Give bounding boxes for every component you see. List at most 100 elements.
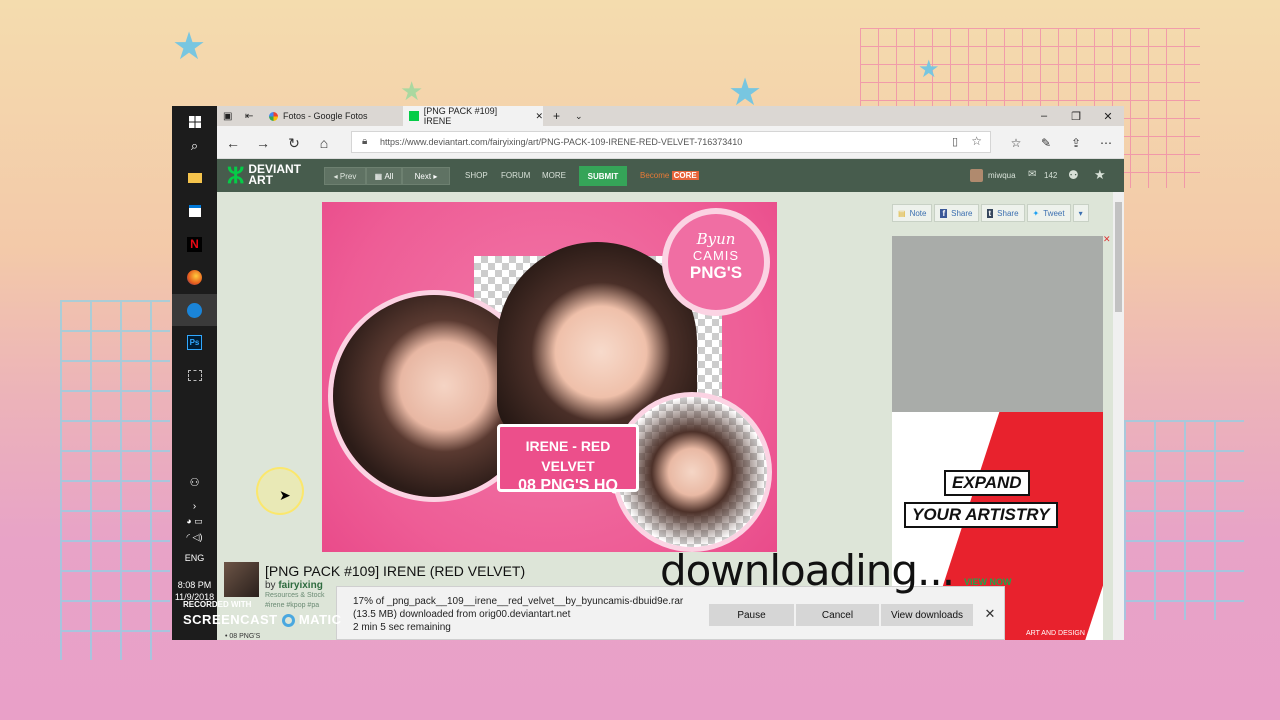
facebook-share-button[interactable]: f Share (934, 204, 979, 222)
mail-icon[interactable]: ✉ (1028, 169, 1036, 180)
tumblr-share-button[interactable]: t Share (980, 204, 1025, 222)
camis-name: CAMIS (692, 248, 740, 263)
prev-button[interactable]: ◂ Prev (324, 167, 366, 185)
user-avatar[interactable] (970, 169, 983, 182)
restore-button[interactable]: ❐ (1060, 106, 1092, 126)
artwork-detail: • 08 PNG'S (225, 633, 261, 640)
nav-shop[interactable]: SHOP (465, 171, 488, 180)
file-explorer-icon[interactable] (172, 162, 217, 194)
grid-icon: ▦ (374, 171, 385, 181)
cancel-button[interactable]: Cancel (796, 604, 879, 626)
store-icon[interactable] (172, 195, 217, 227)
submit-button[interactable]: SUBMIT (579, 166, 627, 186)
chevron-right-icon: ▸ (431, 171, 438, 181)
become-label: Become (640, 171, 670, 180)
set-aside-icon[interactable]: ⇤ (239, 106, 259, 126)
tab-deviantart[interactable]: [PNG PACK #109] IRENE ✕ (403, 106, 543, 126)
downloading-caption: downloading... (660, 546, 955, 595)
logo-text: DEVIANT ART (248, 163, 301, 187)
deviantart-header: ⵣ DEVIANT ART ◂ Prev ▦ All Next ▸ SHOP F… (217, 159, 1124, 192)
tray-icons[interactable]: ◕ ▭ (172, 516, 217, 527)
refresh-button[interactable]: ↻ (283, 133, 305, 153)
netflix-icon[interactable]: N (172, 228, 217, 260)
language-indicator[interactable]: ENG (172, 553, 217, 563)
windows-taskbar: ⌕ N Ps ⚇ › ◕ ▭ ◜ ◁) ENG 8:08 PM 11/9/201… (172, 106, 217, 640)
byun-camis-badge: Byun CAMIS PNG'S (662, 208, 770, 316)
author-link[interactable]: fairyixing (278, 580, 322, 591)
tab-label: [PNG PACK #109] IRENE (423, 106, 498, 126)
google-photos-icon (269, 111, 278, 121)
blue-grid-decoration-right (1124, 420, 1244, 620)
reading-view-icon[interactable]: ▯ (952, 135, 958, 148)
back-button[interactable]: ← (222, 133, 244, 153)
share-more-chevron-icon[interactable]: ▾ (1072, 204, 1089, 222)
tumblr-share-label: Share (997, 208, 1019, 218)
message-count[interactable]: 142 (1044, 171, 1057, 180)
new-tab-button[interactable]: + (547, 106, 565, 126)
note-label: Note (909, 208, 927, 218)
tab-google-photos[interactable]: Fotos - Google Fotos (263, 106, 403, 126)
core-label: CORE (671, 171, 699, 180)
scroll-thumb[interactable] (1115, 202, 1122, 312)
firefox-icon[interactable] (172, 261, 217, 293)
download-size-source: (13.5 MB) downloaded from orig00.deviant… (353, 609, 571, 620)
camis-pngs: PNG'S (689, 263, 743, 282)
all-button[interactable]: ▦ All (366, 167, 402, 185)
favorite-star-icon[interactable]: ☆ (971, 134, 982, 148)
pause-button[interactable]: Pause (709, 604, 794, 626)
note-icon: ▤ (898, 208, 906, 218)
favorites-star-icon[interactable]: ★ (1094, 167, 1106, 183)
main-artwork-image[interactable]: Byun CAMIS PNG'S IRENE - RED VELVET 08 P… (322, 202, 777, 552)
favorites-icon[interactable]: ☆ (1005, 133, 1027, 153)
address-bar[interactable]: 🔒︎ https://www.deviantart.com/fairyixing… (351, 131, 991, 153)
author-avatar[interactable] (224, 562, 259, 597)
tweet-button[interactable]: ✦ Tweet (1026, 204, 1071, 222)
clock-time[interactable]: 8:08 PM (172, 580, 217, 590)
artwork-tags[interactable]: #irene #kpop #pa (265, 602, 319, 609)
logo-line2: ART (248, 173, 274, 187)
star-decoration: ★ (172, 26, 207, 68)
lock-icon: 🔒︎ (362, 136, 368, 147)
recorder-brand: SCREENCAST MATIC (183, 612, 342, 628)
forward-button[interactable]: → (252, 133, 274, 153)
note-button[interactable]: ▤ Note (892, 204, 933, 222)
nav-forum[interactable]: FORUM (501, 171, 530, 180)
close-ad-icon[interactable]: ✕ (1103, 234, 1111, 245)
snip-icon[interactable] (172, 359, 217, 391)
more-icon[interactable]: ⋯ (1095, 133, 1117, 153)
watchers-icon[interactable]: ⚉ (1068, 168, 1079, 182)
download-time-remaining: 2 min 5 sec remaining (353, 622, 451, 633)
network-volume-icons[interactable]: ◜ ◁) (172, 532, 217, 543)
photoshop-icon[interactable]: Ps (172, 326, 217, 358)
pen-icon[interactable]: ✎ (1035, 133, 1057, 153)
close-window-button[interactable]: ✕ (1092, 106, 1124, 126)
tweet-label: Tweet (1043, 208, 1065, 218)
prev-label: Prev (339, 171, 357, 181)
deviantart-icon: ⵣ (227, 162, 245, 188)
advertisement-placeholder (892, 236, 1103, 412)
home-button[interactable]: ⌂ (313, 133, 335, 153)
minimize-button[interactable]: – (1028, 106, 1060, 126)
username[interactable]: miwqua (988, 171, 1016, 180)
deviantart-logo[interactable]: ⵣ DEVIANT ART (227, 162, 301, 188)
become-core-link[interactable]: Become CORE (640, 171, 699, 180)
ad-footer: ART AND DESIGN (1026, 630, 1085, 637)
tumblr-icon: t (986, 208, 994, 218)
close-download-bar-icon[interactable]: ✕ (982, 605, 998, 623)
edge-icon[interactable] (172, 294, 217, 326)
artwork-category[interactable]: Resources & Stock (265, 592, 325, 599)
close-tab-icon[interactable]: ✕ (535, 111, 543, 122)
title-bar: ▣ ⇤ Fotos - Google Fotos [PNG PACK #109]… (217, 106, 1124, 126)
all-label: All (384, 171, 394, 181)
star-decoration: ★ (918, 56, 940, 83)
share-icon[interactable]: ⇪ (1065, 133, 1087, 153)
tab-preview-chevron-icon[interactable]: ⌄ (569, 106, 587, 126)
page-scrollbar[interactable] (1113, 192, 1124, 640)
mouse-pointer-icon: ➤ (279, 487, 291, 503)
artwork-title-badge: IRENE - RED VELVET 08 PNG'S HQ (497, 424, 639, 494)
search-icon[interactable]: ⌕ (172, 130, 217, 162)
tab-manager-icon[interactable]: ▣ (217, 106, 237, 126)
view-downloads-button[interactable]: View downloads (881, 604, 973, 626)
next-button[interactable]: Next ▸ (402, 167, 450, 185)
nav-more[interactable]: MORE (542, 171, 566, 180)
